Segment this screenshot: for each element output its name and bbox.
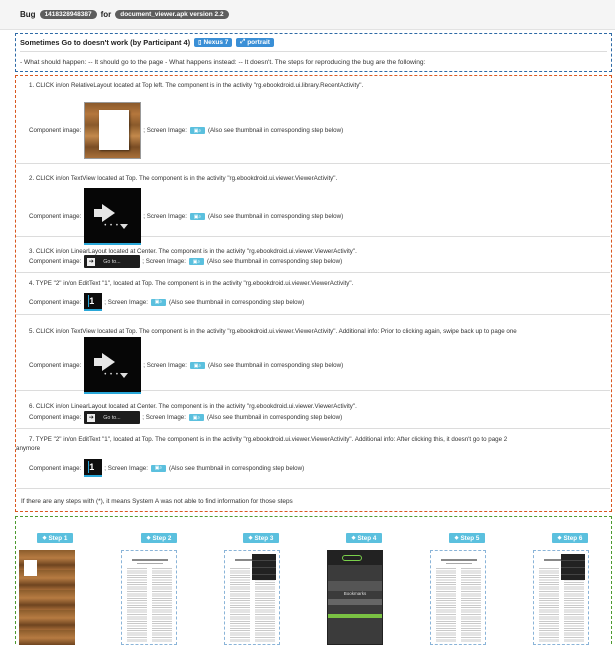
screen-image-label: ; Screen Image: [143, 127, 187, 134]
thumbnail-step-4[interactable]: Bookmarks [327, 550, 383, 645]
component-image-label: Component image: [29, 464, 82, 472]
app-version-badge: document_viewer.apk version 2.2 [115, 10, 229, 19]
step-1-images: Component image: ; Screen Image: ▣⌕ (Als… [29, 102, 343, 159]
step-tab-5[interactable]: ◆ Step 5 [449, 533, 485, 543]
see-thumbnail-note: (Also see thumbnail in corresponding ste… [206, 258, 343, 265]
component-image-arrow[interactable]: • • • [84, 337, 142, 394]
see-thumbnail-note: (Also see thumbnail in corresponding ste… [207, 127, 344, 134]
step-3-text: 3. CLICK in/on LinearLayout located at C… [29, 248, 357, 255]
component-image-edittext[interactable]: 1 [84, 459, 103, 477]
screen-image-label: ; Screen Image: [104, 298, 148, 306]
component-image-edittext[interactable]: 1 [84, 293, 103, 311]
component-image-label: Component image: [29, 362, 82, 369]
image-search-icon[interactable]: ▣⌕ [188, 258, 204, 265]
bug-id-badge: 1418328948387 [39, 10, 97, 19]
component-image-label: Component image: [29, 213, 82, 220]
goto-text: Go to... [103, 414, 121, 421]
see-thumbnail-note: (Also see thumbnail in corresponding ste… [168, 464, 305, 472]
thumbnail-step-1[interactable] [19, 550, 75, 645]
image-search-icon[interactable]: ▣⌕ [189, 362, 205, 369]
bookmarks-caption: Bookmarks [343, 591, 367, 596]
thumbnails-panel: ◆ Step 1 ◆ Step 2 ◆ Step 3 ◆ Step 4 ◆ Step 5 … [15, 516, 612, 645]
goto-text: Go to... [103, 258, 121, 265]
step-6-images: Component image: ➔ Go to... ; Screen Ima… [29, 411, 342, 424]
tag-icon: ◆ [351, 535, 356, 541]
step-tab-3[interactable]: ◆ Step 3 [243, 533, 279, 543]
screen-image-label: ; Screen Image: [104, 464, 148, 472]
step-7-text-cont: anymore [16, 445, 41, 452]
report-description: - What should happen: -- It should go to… [20, 59, 426, 66]
component-image-label: Component image: [29, 414, 82, 421]
thumbnail-step-5[interactable] [430, 550, 486, 645]
bug-label: Bug [20, 10, 36, 19]
tag-icon: ◆ [146, 535, 151, 541]
steps-panel: 1. CLICK in/on RelativeLayout located at… [15, 75, 612, 512]
see-thumbnail-note: (Also see thumbnail in corresponding ste… [206, 414, 343, 421]
device-label: Nexus 7 [203, 39, 229, 46]
step-2-text: 2. CLICK in/on TextView located at Top. … [29, 175, 338, 182]
tablet-icon: ▯ [198, 40, 202, 46]
footer-note: If there are any steps with (*), it mean… [21, 498, 293, 505]
image-search-icon[interactable]: ▣⌕ [189, 127, 205, 134]
image-search-icon[interactable]: ▣⌕ [188, 414, 204, 421]
component-image-bookshelf[interactable] [84, 102, 142, 159]
step-6-text: 6. CLICK in/on LinearLayout located at C… [29, 403, 357, 410]
orientation-label: portrait [247, 39, 270, 46]
for-label: for [100, 10, 112, 19]
orientation-tag[interactable]: ⤢ portrait [236, 38, 274, 47]
expand-icon: ⤢ [240, 39, 246, 45]
thumbnail-step-2[interactable] [121, 550, 177, 645]
image-search-icon[interactable]: ▣⌕ [150, 298, 166, 306]
step-1-text: 1. CLICK in/on RelativeLayout located at… [29, 82, 364, 89]
tag-icon: ◆ [454, 535, 459, 541]
image-search-icon[interactable]: ▣⌕ [150, 464, 166, 472]
bug-report-page: Bug 1418328948387 for document_viewer.ap… [0, 0, 615, 645]
component-image-label: Component image: [29, 258, 82, 265]
component-image-label: Component image: [29, 298, 82, 306]
screen-image-label: ; Screen Image: [142, 414, 186, 421]
step-tab-2[interactable]: ◆ Step 2 [141, 533, 177, 543]
see-thumbnail-note: (Also see thumbnail in corresponding ste… [207, 362, 344, 369]
step-7-text: 7. TYPE "2" in/on EditText "1", located … [29, 436, 508, 443]
step-tab-6[interactable]: ◆ Step 6 [552, 533, 588, 543]
step-4-images: Component image: 1 ; Screen Image: ▣⌕ (A… [29, 293, 304, 311]
step-5-text: 5. CLICK in/on TextView located at Top. … [29, 328, 517, 335]
component-image-goto[interactable]: ➔ Go to... [84, 255, 141, 268]
thumbnail-step-3[interactable] [224, 550, 280, 645]
device-tag[interactable]: ▯ Nexus 7 [194, 38, 233, 47]
report-summary: Sometimes Go to doesn't work (by Partici… [15, 33, 612, 72]
step-7-images: Component image: 1 ; Screen Image: ▣⌕ (A… [29, 459, 304, 477]
component-image-goto[interactable]: ➔ Go to... [84, 411, 141, 424]
see-thumbnail-note: (Also see thumbnail in corresponding ste… [168, 298, 305, 306]
arrow-box-icon: ➔ [87, 257, 96, 266]
screen-image-label: ; Screen Image: [143, 213, 187, 220]
step-tab-4[interactable]: ◆ Step 4 [346, 533, 382, 543]
report-title: Sometimes Go to doesn't work (by Partici… [20, 38, 191, 47]
arrow-box-icon: ➔ [87, 413, 96, 422]
step-tab-1[interactable]: ◆ Step 1 [37, 533, 73, 543]
divider [20, 51, 607, 52]
see-thumbnail-note: (Also see thumbnail in corresponding ste… [207, 213, 344, 220]
screen-image-label: ; Screen Image: [143, 362, 187, 369]
tag-icon: ◆ [557, 535, 562, 541]
screen-image-label: ; Screen Image: [142, 258, 186, 265]
tag-icon: ◆ [42, 535, 47, 541]
image-search-icon[interactable]: ▣⌕ [189, 213, 205, 220]
bug-header: Bug 1418328948387 for document_viewer.ap… [0, 0, 615, 30]
step-4-text: 4. TYPE "2" in/on EditText "1", located … [29, 280, 354, 287]
step-3-images: Component image: ➔ Go to... ; Screen Ima… [29, 255, 342, 268]
component-image-label: Component image: [29, 127, 82, 134]
tag-icon: ◆ [248, 535, 253, 541]
thumbnail-step-6[interactable] [533, 550, 589, 645]
step-5-images: Component image: • • • ; Screen Image: ▣… [29, 337, 343, 394]
